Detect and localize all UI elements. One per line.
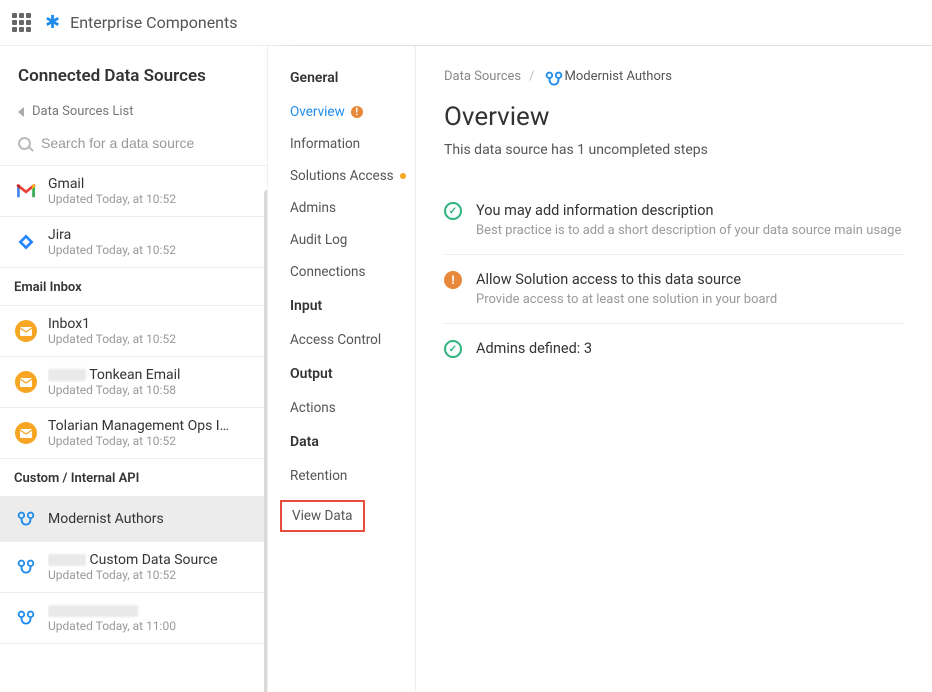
nav-section-general: General: [290, 70, 415, 86]
nav-view-data[interactable]: View Data: [290, 492, 415, 540]
nav-section-output: Output: [290, 366, 415, 382]
step-title: You may add information description: [476, 202, 901, 219]
search-input[interactable]: [41, 135, 249, 151]
nav-admins[interactable]: Admins: [290, 192, 415, 224]
step-desc: Best practice is to add a short descript…: [476, 223, 901, 238]
left-sidebar: Connected Data Sources Data Sources List…: [0, 46, 268, 692]
nav-audit-log[interactable]: Audit Log: [290, 224, 415, 256]
nav-solutions-access[interactable]: Solutions Access: [290, 160, 415, 192]
ds-item-meta: Updated Today, at 10:52: [48, 243, 176, 257]
nav-section-data: Data: [290, 434, 415, 450]
redacted-text: [48, 369, 86, 381]
ds-item-modernist-authors[interactable]: Modernist Authors: [0, 497, 267, 542]
search-icon: [18, 137, 31, 150]
step-title: Admins defined: 3: [476, 340, 592, 357]
ds-item-custom-data-source[interactable]: Custom Data Source Updated Today, at 10:…: [0, 542, 267, 593]
warning-icon: [444, 271, 462, 289]
ds-item-name: Tolarian Management Ops I…: [48, 418, 229, 434]
secondary-nav: General Overview ! Information Solutions…: [268, 46, 416, 692]
search-row: [0, 129, 267, 166]
mail-icon: [14, 319, 38, 343]
breadcrumb-separator: /: [529, 69, 534, 84]
back-link-label: Data Sources List: [32, 104, 134, 119]
ds-item-meta: Updated Today, at 10:52: [48, 568, 218, 582]
gmail-icon: [14, 179, 38, 203]
ds-item-redacted[interactable]: Updated Today, at 11:00: [0, 593, 267, 644]
scrollbar[interactable]: [264, 94, 268, 692]
mail-icon: [14, 370, 38, 394]
ds-item-meta: Updated Today, at 10:52: [48, 332, 176, 346]
api-icon: [543, 68, 559, 84]
page-title: Overview: [444, 102, 904, 132]
redacted-text: [48, 605, 138, 617]
api-icon: [14, 507, 38, 531]
nav-connections[interactable]: Connections: [290, 256, 415, 288]
step-solution-access[interactable]: Allow Solution access to this data sourc…: [444, 255, 904, 324]
dot-badge-icon: [400, 173, 406, 179]
step-title: Allow Solution access to this data sourc…: [476, 271, 777, 288]
ds-item-jira[interactable]: Jira Updated Today, at 10:52: [0, 217, 267, 268]
app-title: Enterprise Components: [70, 13, 237, 32]
content: Data Sources / Modernist Authors Overvie…: [416, 46, 932, 692]
ds-item-tonkean-email[interactable]: Tonkean Email Updated Today, at 10:58: [0, 357, 267, 408]
ds-item-name: Inbox1: [48, 316, 176, 332]
ds-item-name: Jira: [48, 227, 176, 243]
nav-information[interactable]: Information: [290, 128, 415, 160]
ds-item-meta: Updated Today, at 10:58: [48, 383, 180, 397]
check-icon: [444, 202, 462, 220]
ds-item-meta: Updated Today, at 10:52: [48, 434, 229, 448]
breadcrumb-root[interactable]: Data Sources: [444, 69, 521, 84]
ds-item-name: Modernist Authors: [48, 511, 164, 527]
ds-item-name: Gmail: [48, 176, 176, 192]
mail-icon: [14, 421, 38, 445]
ds-item-meta: Updated Today, at 11:00: [48, 619, 176, 633]
back-link[interactable]: Data Sources List: [0, 98, 267, 129]
warning-badge-icon: !: [351, 106, 363, 118]
nav-retention[interactable]: Retention: [290, 460, 415, 492]
group-custom-api: Custom / Internal API: [0, 459, 267, 497]
breadcrumb: Data Sources / Modernist Authors: [444, 68, 904, 84]
ds-item-name: Custom Data Source: [48, 552, 218, 568]
step-desc: Provide access to at least one solution …: [476, 292, 777, 307]
step-info-description[interactable]: You may add information description Best…: [444, 186, 904, 255]
ds-item-meta: Updated Today, at 10:52: [48, 192, 176, 206]
redacted-text: [48, 554, 86, 566]
ds-item-name: Tonkean Email: [48, 367, 180, 383]
group-email-inbox: Email Inbox: [0, 268, 267, 306]
ds-item-name: [48, 603, 176, 619]
nav-actions[interactable]: Actions: [290, 392, 415, 424]
ds-item-tolarian[interactable]: Tolarian Management Ops I… Updated Today…: [0, 408, 267, 459]
step-admins-defined[interactable]: Admins defined: 3: [444, 324, 904, 377]
api-icon: [14, 555, 38, 579]
ds-item-inbox1[interactable]: Inbox1 Updated Today, at 10:52: [0, 306, 267, 357]
app-launcher-icon[interactable]: [12, 13, 31, 32]
nav-access-control[interactable]: Access Control: [290, 324, 415, 356]
jira-icon: [14, 230, 38, 254]
nav-overview[interactable]: Overview !: [290, 96, 415, 128]
breadcrumb-current: Modernist Authors: [565, 69, 672, 84]
page-subtitle: This data source has 1 uncompleted steps: [444, 142, 904, 158]
ds-item-gmail[interactable]: Gmail Updated Today, at 10:52: [0, 166, 267, 217]
sidebar-title: Connected Data Sources: [0, 46, 267, 98]
bug-icon: ✱: [45, 14, 60, 32]
check-icon: [444, 340, 462, 358]
nav-section-input: Input: [290, 298, 415, 314]
api-icon: [14, 606, 38, 630]
topbar: ✱ Enterprise Components: [0, 0, 932, 46]
chevron-left-icon: [18, 107, 24, 117]
